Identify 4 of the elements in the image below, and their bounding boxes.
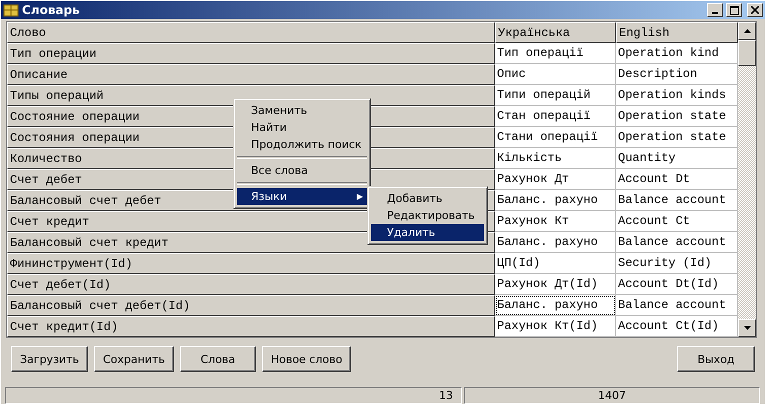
status-pane: 13 xyxy=(5,386,462,404)
submenu-arrow: ▶ xyxy=(356,192,363,201)
window-title: Словарь xyxy=(22,3,81,18)
status-pane: 1407 xyxy=(464,386,760,404)
